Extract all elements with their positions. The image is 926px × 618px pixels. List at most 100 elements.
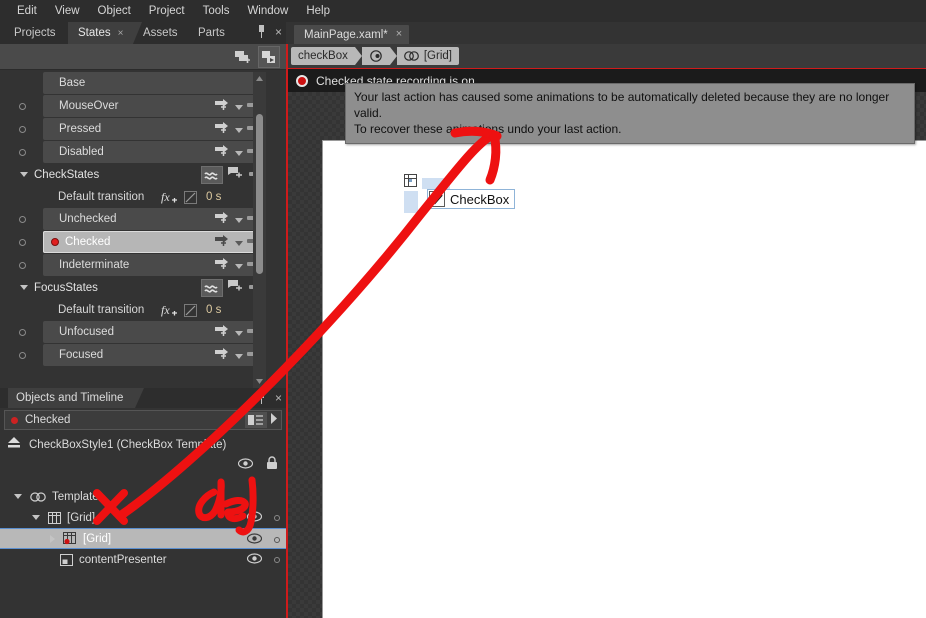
states-list[interactable]: Base MouseOver Pressed Disabled CheckSta… [6, 72, 266, 388]
state-row-focused[interactable]: Focused [6, 344, 266, 366]
menu-item-tools[interactable]: Tools [194, 3, 239, 19]
grid-column-bar[interactable] [422, 177, 450, 189]
state-radio-icon[interactable] [19, 329, 26, 336]
chevron-down-icon[interactable] [235, 97, 243, 115]
panel-close-icon[interactable]: × [275, 26, 282, 38]
state-group-focusstates[interactable]: FocusStates [6, 277, 266, 299]
transition-squiggle-icon[interactable] [201, 279, 223, 297]
transition-duration-value[interactable]: 0 s [206, 304, 221, 316]
easing-curve-icon[interactable] [184, 191, 197, 204]
state-pill-disabled[interactable]: Disabled [43, 141, 264, 163]
chevron-down-icon[interactable] [235, 120, 243, 138]
state-pill-base[interactable]: Base [43, 72, 264, 94]
state-radio-icon[interactable] [19, 149, 26, 156]
expand-timeline-icon[interactable] [270, 411, 278, 429]
return-scope-icon[interactable] [6, 436, 22, 455]
state-radio-icon[interactable] [19, 239, 26, 246]
breadcrumb-label[interactable]: checkBox [291, 47, 355, 65]
state-group-checkstates[interactable]: CheckStates [6, 164, 266, 186]
add-state-icon[interactable] [228, 279, 244, 297]
tab-projects[interactable]: Projects [4, 22, 66, 44]
add-transition-button[interactable] [258, 46, 280, 68]
add-transition-icon[interactable] [214, 346, 231, 365]
add-state-icon[interactable] [228, 166, 244, 184]
chevron-down-icon[interactable] [235, 346, 243, 364]
template-scope-icon[interactable] [361, 47, 390, 65]
state-pill-unfocused[interactable]: Unfocused [43, 321, 264, 343]
expander-triangle-icon[interactable] [20, 285, 28, 290]
grid-row-bar[interactable] [404, 191, 418, 213]
state-row-unfocused[interactable]: Unfocused [6, 321, 266, 343]
state-row-checked[interactable]: Checked [6, 231, 266, 253]
tree-row-grid-inner[interactable]: [Grid] [0, 528, 286, 549]
close-icon[interactable]: × [396, 29, 402, 40]
state-row-pressed[interactable]: Pressed [6, 118, 266, 140]
chevron-down-icon[interactable] [235, 233, 243, 251]
state-row-unchecked[interactable]: Unchecked [6, 208, 266, 230]
breadcrumb-item-template[interactable] [361, 47, 397, 65]
state-radio-icon[interactable] [19, 126, 26, 133]
artboard[interactable]: CheckBox [322, 140, 926, 618]
transition-squiggle-icon[interactable] [201, 166, 223, 184]
scrollbar-thumb[interactable] [256, 114, 263, 274]
show-timeline-icon[interactable] [245, 412, 267, 428]
easing-function-icon[interactable]: fx [161, 303, 179, 322]
state-row-indeterminate[interactable]: Indeterminate [6, 254, 266, 276]
default-transition-row-checkstates[interactable]: Default transition fx 0 s [6, 187, 266, 207]
tree-row-template[interactable]: Template [0, 486, 286, 507]
transition-duration-value[interactable]: 0 s [206, 191, 221, 203]
pin-icon[interactable] [256, 25, 267, 38]
lock-toggle-icon[interactable] [274, 556, 280, 563]
state-radio-icon[interactable] [19, 262, 26, 269]
state-row-disabled[interactable]: Disabled [6, 141, 266, 163]
scroll-up-icon[interactable] [253, 72, 266, 85]
checkbox-control[interactable]: CheckBox [427, 189, 516, 209]
state-pill-checked[interactable]: Checked [43, 231, 264, 253]
add-transition-icon[interactable] [214, 233, 231, 252]
chevron-down-icon[interactable] [235, 323, 243, 341]
lock-toggle-icon[interactable] [274, 514, 280, 521]
expander-triangle-icon[interactable] [50, 534, 55, 543]
menu-item-help[interactable]: Help [297, 3, 339, 19]
states-scrollbar[interactable] [253, 72, 266, 388]
add-transition-icon[interactable] [214, 323, 231, 342]
add-transition-icon[interactable] [214, 120, 231, 139]
expander-triangle-icon[interactable] [32, 515, 40, 520]
state-radio-icon[interactable] [19, 103, 26, 110]
scroll-down-icon[interactable] [253, 375, 266, 388]
lock-icon[interactable] [266, 456, 278, 474]
add-transition-icon[interactable] [214, 97, 231, 116]
lock-toggle-icon[interactable] [274, 536, 280, 543]
expander-triangle-icon[interactable] [20, 172, 28, 177]
state-pill-mouseover[interactable]: MouseOver [43, 95, 264, 117]
pin-icon[interactable] [256, 391, 267, 404]
default-transition-row-focusstates[interactable]: Default transition fx 0 s [6, 300, 266, 320]
breadcrumb-item-grid[interactable]: [Grid] [396, 47, 459, 65]
breadcrumb-grid[interactable]: [Grid] [396, 47, 459, 65]
document-tab-mainpage[interactable]: MainPage.xaml* × [294, 25, 410, 44]
state-pill-focused[interactable]: Focused [43, 344, 264, 366]
add-transition-icon[interactable] [214, 143, 231, 162]
easing-function-icon[interactable]: fx [161, 190, 179, 209]
add-transition-icon[interactable] [214, 210, 231, 229]
state-radio-icon[interactable] [19, 352, 26, 359]
expander-triangle-icon[interactable] [14, 494, 22, 499]
active-state-bar[interactable]: Checked [4, 410, 282, 430]
state-row-mouseover[interactable]: MouseOver [6, 95, 266, 117]
tab-assets[interactable]: Assets [133, 22, 188, 44]
easing-curve-icon[interactable] [184, 304, 197, 317]
eye-icon[interactable] [237, 456, 254, 474]
menu-item-view[interactable]: View [46, 3, 89, 19]
add-transition-icon[interactable] [214, 256, 231, 275]
tree-row-grid-outer[interactable]: [Grid] [0, 507, 286, 528]
menu-item-window[interactable]: Window [238, 3, 297, 19]
menu-item-project[interactable]: Project [140, 3, 194, 19]
state-pill-pressed[interactable]: Pressed [43, 118, 264, 140]
chevron-down-icon[interactable] [235, 210, 243, 228]
breadcrumb-item-checkbox[interactable]: checkBox [291, 47, 362, 65]
eye-icon[interactable] [246, 531, 263, 549]
state-radio-icon[interactable] [19, 216, 26, 223]
chevron-down-icon[interactable] [235, 256, 243, 274]
state-row-base[interactable]: Base [6, 72, 266, 94]
tree-row-contentpresenter[interactable]: contentPresenter [0, 549, 286, 570]
